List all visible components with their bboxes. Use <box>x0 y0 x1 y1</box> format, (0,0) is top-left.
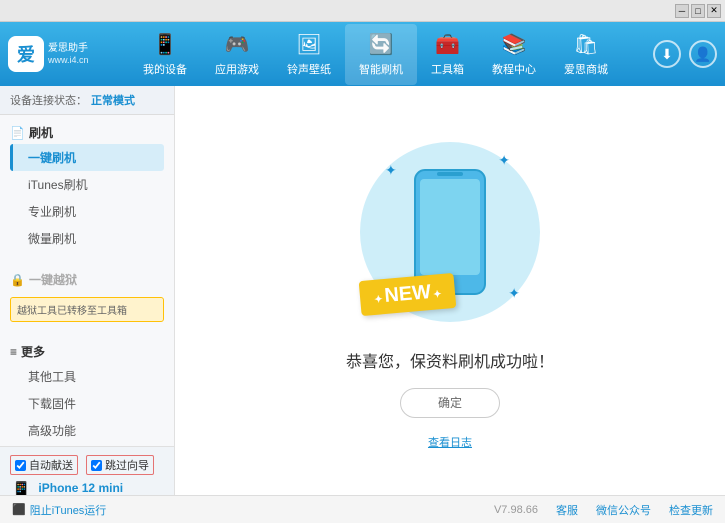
device-name: iPhone 12 mini <box>38 481 123 495</box>
sparkle-3: ✦ <box>508 285 520 302</box>
sidebar-item-advanced[interactable]: 高级功能 <box>10 417 164 444</box>
sidebar-section-more-title[interactable]: ≡ 更多 <box>10 340 164 363</box>
nav-item-0[interactable]: 📱 我的设备 <box>129 24 201 85</box>
maximize-button[interactable]: □ <box>691 4 705 18</box>
nav-item-label-2: 铃声壁纸 <box>287 61 331 77</box>
content-area: ✦ ✦ ✦ NEW 恭喜您，保资料刷机成功啦！ 确定 查看日志 <box>175 86 725 495</box>
status-label: 设备连接状态： <box>10 92 87 108</box>
nav-bar: 爱 爱思助手 www.i4.cn 📱 我的设备 🎮 应用游戏 🖼 铃声壁纸 🔄 智能刷机 🧰 工具… <box>0 22 725 86</box>
sidebar-section-flash: 📄 刷机 一键刷机 iTunes刷机 专业刷机 微量刷机 <box>0 115 174 254</box>
nav-item-icon-6: 🛍 <box>573 32 598 57</box>
flash-title-text: 刷机 <box>29 124 53 141</box>
nav-item-label-6: 爱思商城 <box>564 61 608 77</box>
more-title-text: 更多 <box>21 343 45 360</box>
sidebar-device-panel: 自动献送 跳过向导 📱 iPhone 12 mini 64GB Down-12m… <box>0 446 174 495</box>
close-button[interactable]: ✕ <box>707 4 721 18</box>
sidebar-section-more: ≡ 更多 其他工具 下载固件 高级功能 <box>0 334 174 446</box>
sidebar-item-firmware[interactable]: 下载固件 <box>10 390 164 417</box>
sidebar-item-itunes[interactable]: iTunes刷机 <box>10 171 164 198</box>
sidebar-status: 设备连接状态： 正常模式 <box>0 86 174 115</box>
minimize-button[interactable]: ─ <box>675 4 689 18</box>
lock-icon: 🔒 <box>10 273 25 287</box>
download-button[interactable]: ⬇ <box>653 40 681 68</box>
bottom-bar: ⬛ 阻止iTunes运行 V7.98.66 客服 微信公众号 检查更新 <box>0 495 725 523</box>
sidebar-item-other-tools[interactable]: 其他工具 <box>10 363 164 390</box>
nav-items: 📱 我的设备 🎮 应用游戏 🖼 铃声壁纸 🔄 智能刷机 🧰 工具箱 📚 教程中心 🛍 爱思商城 <box>98 24 653 85</box>
nav-item-1[interactable]: 🎮 应用游戏 <box>201 24 273 85</box>
sidebar-section-flash-title[interactable]: 📄 刷机 <box>10 121 164 144</box>
stop-itunes-button[interactable]: 阻止iTunes运行 <box>30 502 107 518</box>
logo-icon: 爱 <box>8 36 44 72</box>
window-controls[interactable]: ─ □ ✕ <box>675 4 721 18</box>
stop-itunes-icon: ⬛ <box>12 503 26 516</box>
auto-send-checkbox[interactable]: 自动献送 <box>10 455 78 475</box>
bottom-right: V7.98.66 客服 微信公众号 检查更新 <box>494 502 713 518</box>
success-panel: ✦ ✦ ✦ NEW 恭喜您，保资料刷机成功啦！ 确定 查看日志 <box>346 132 554 450</box>
sidebar-item-zhuanye[interactable]: 专业刷机 <box>10 198 164 225</box>
nav-item-label-0: 我的设备 <box>143 61 187 77</box>
review-log-link[interactable]: 查看日志 <box>428 434 472 450</box>
sidebar-section-jailbreak-title: 🔒 一键越狱 <box>10 268 164 291</box>
status-value: 正常模式 <box>91 92 135 108</box>
logo: 爱 爱思助手 www.i4.cn <box>8 36 98 72</box>
nav-item-label-3: 智能刷机 <box>359 61 403 77</box>
sidebar-warning: 越狱工具已转移至工具箱 <box>10 297 164 322</box>
logo-text: 爱思助手 www.i4.cn <box>48 42 89 67</box>
device-checkboxes: 自动献送 跳过向导 <box>10 455 164 475</box>
nav-item-icon-5: 📚 <box>502 32 527 57</box>
version-text: V7.98.66 <box>494 504 538 516</box>
check-update-link[interactable]: 检查更新 <box>669 502 713 518</box>
nav-item-4[interactable]: 🧰 工具箱 <box>417 24 478 85</box>
sidebar-item-weiliang[interactable]: 微量刷机 <box>10 225 164 252</box>
nav-item-icon-1: 🎮 <box>225 32 250 57</box>
customer-service-link[interactable]: 客服 <box>556 502 578 518</box>
logo-char: 爱 <box>17 41 35 67</box>
confirm-button[interactable]: 确定 <box>400 388 500 418</box>
skip-wizard-checkbox[interactable]: 跳过向导 <box>86 455 154 475</box>
jailbreak-title-text: 一键越狱 <box>29 271 77 288</box>
success-text: 恭喜您，保资料刷机成功啦！ <box>346 348 554 372</box>
nav-item-label-5: 教程中心 <box>492 61 536 77</box>
nav-item-5[interactable]: 📚 教程中心 <box>478 24 550 85</box>
nav-item-6[interactable]: 🛍 爱思商城 <box>550 24 622 85</box>
sidebar-section-jailbreak: 🔒 一键越狱 <box>0 262 174 293</box>
phone-illustration: ✦ ✦ ✦ NEW <box>350 132 550 332</box>
sidebar: 设备连接状态： 正常模式 📄 刷机 一键刷机 iTunes刷机 专业刷机 微量刷… <box>0 86 175 495</box>
more-icon: ≡ <box>10 345 17 359</box>
sparkle-1: ✦ <box>385 162 397 179</box>
nav-item-icon-4: 🧰 <box>435 32 460 57</box>
nav-item-icon-0: 📱 <box>153 32 178 57</box>
main-area: 设备连接状态： 正常模式 📄 刷机 一键刷机 iTunes刷机 专业刷机 微量刷… <box>0 86 725 495</box>
nav-item-3[interactable]: 🔄 智能刷机 <box>345 24 417 85</box>
wechat-link[interactable]: 微信公众号 <box>596 502 651 518</box>
title-bar: ─ □ ✕ <box>0 0 725 22</box>
nav-right-controls: ⬇ 👤 <box>653 40 717 68</box>
device-details: iPhone 12 mini 64GB Down-12mini-13,1 <box>38 481 123 495</box>
nav-item-icon-2: 🖼 <box>296 32 321 57</box>
skip-wizard-input[interactable] <box>91 460 102 471</box>
device-info: 📱 iPhone 12 mini 64GB Down-12mini-13,1 <box>10 481 164 495</box>
nav-item-label-4: 工具箱 <box>431 61 464 77</box>
auto-send-input[interactable] <box>15 460 26 471</box>
bottom-left: ⬛ 阻止iTunes运行 <box>12 502 106 518</box>
sidebar-item-yijian[interactable]: 一键刷机 <box>10 144 164 171</box>
nav-item-label-1: 应用游戏 <box>215 61 259 77</box>
nav-item-icon-3: 🔄 <box>369 32 394 57</box>
nav-item-2[interactable]: 🖼 铃声壁纸 <box>273 24 345 85</box>
flash-icon: 📄 <box>10 126 25 140</box>
device-phone-icon: 📱 <box>10 481 32 495</box>
sparkle-2: ✦ <box>498 152 510 169</box>
user-button[interactable]: 👤 <box>689 40 717 68</box>
